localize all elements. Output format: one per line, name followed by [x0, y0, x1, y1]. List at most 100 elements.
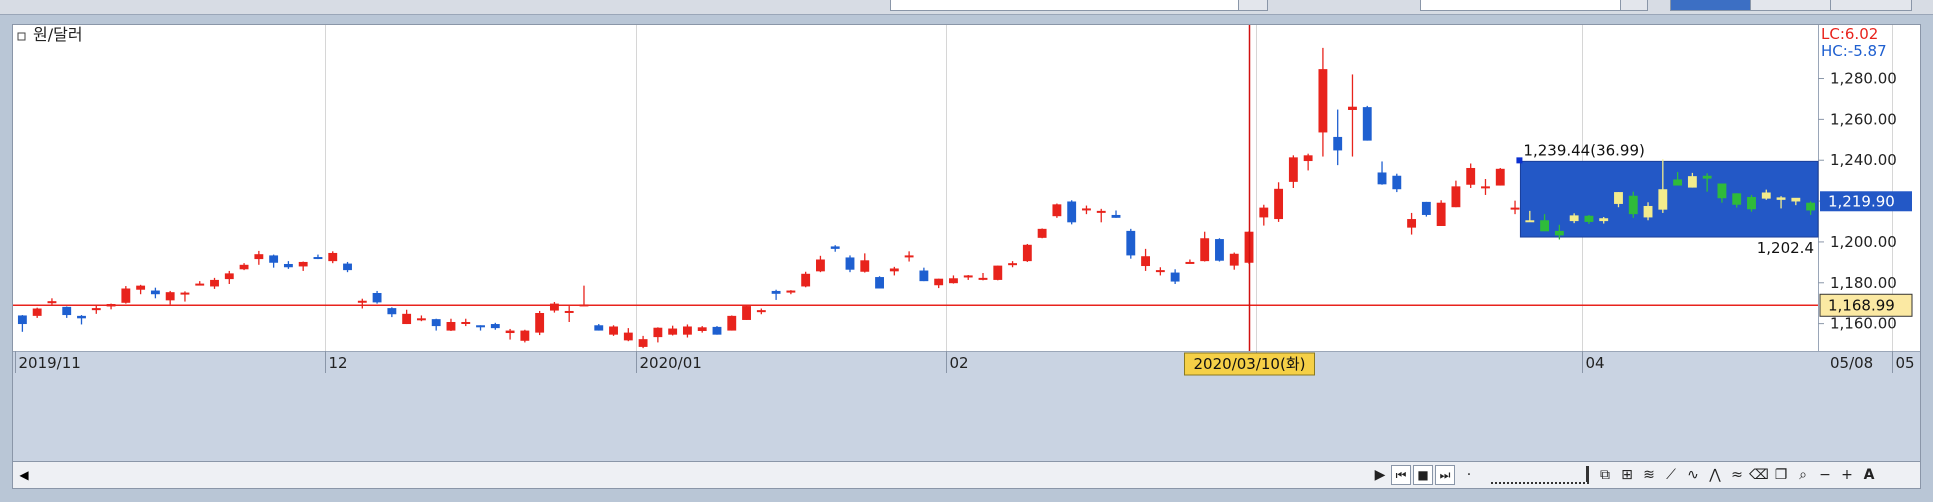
code-input[interactable]	[890, 0, 1240, 11]
zoom-out-icon[interactable]: −	[1815, 465, 1835, 485]
candle-body	[313, 257, 323, 260]
candle-body	[1628, 195, 1638, 215]
candle-body	[1687, 176, 1697, 188]
selection-low-label: 1,202.4	[1757, 239, 1814, 257]
candle-body	[727, 315, 737, 331]
price-tick-label: 1,260.00	[1830, 110, 1897, 128]
view-button-2[interactable]	[1750, 0, 1832, 11]
candle-body	[1082, 208, 1091, 211]
candle-body	[387, 308, 397, 315]
rewind-icon[interactable]: ⏮	[1391, 465, 1411, 485]
candle-body	[860, 260, 870, 272]
price-chart[interactable]: 2019/11122020/010203040505/081,280.001,2…	[13, 25, 1920, 461]
candle-body	[949, 278, 958, 284]
current-price-label: 1,219.90	[1828, 192, 1895, 210]
candle-body	[1185, 261, 1195, 264]
period-dropdown-button[interactable]	[1620, 0, 1648, 11]
candle-body	[1554, 230, 1564, 236]
wave-icon[interactable]: ≈	[1727, 465, 1747, 485]
text-tool-icon[interactable]: A	[1859, 465, 1879, 485]
overlay-icon[interactable]: ≋	[1639, 465, 1659, 485]
search-icon[interactable]: ⌕	[1793, 465, 1813, 485]
candle-body	[1170, 272, 1180, 282]
candle-body	[1096, 210, 1106, 213]
erase-icon[interactable]: ⌫	[1749, 465, 1769, 485]
candle-body	[357, 300, 367, 303]
play-icon[interactable]: ▶	[1370, 465, 1390, 485]
candle-body	[343, 263, 352, 271]
candle-body	[919, 270, 929, 282]
candle-body	[77, 315, 86, 319]
candle-body	[476, 325, 485, 328]
candle-body	[697, 327, 707, 331]
candle-body	[1052, 204, 1062, 217]
chart-panel[interactable]: 2019/11122020/010203040505/081,280.001,2…	[12, 24, 1921, 462]
selection-handle	[1516, 157, 1523, 164]
candle-body	[490, 324, 500, 329]
candle-body	[372, 292, 382, 303]
candle-body	[978, 277, 988, 280]
candle-body	[564, 310, 574, 313]
layout-icon[interactable]: ⧉	[1595, 465, 1615, 485]
candle-body	[431, 319, 441, 327]
date-tick-label: 2020/01	[640, 354, 702, 372]
candle-body	[1407, 219, 1417, 228]
zoom-slider[interactable]	[1491, 466, 1589, 484]
candle-body	[1495, 168, 1505, 186]
split-icon[interactable]: ⊞	[1617, 465, 1637, 485]
candle-body	[1111, 214, 1121, 218]
candle-body	[1200, 238, 1210, 262]
view-button-3[interactable]	[1830, 0, 1912, 11]
candle-body	[47, 301, 57, 304]
price-tick-label: 1,240.00	[1830, 151, 1897, 169]
candle-body	[283, 263, 293, 268]
candle-body	[1569, 215, 1579, 222]
candle-body	[1643, 205, 1653, 218]
trend-line-icon[interactable]: ⟋	[1661, 465, 1681, 485]
analysis-icon[interactable]: ⋀	[1705, 465, 1725, 485]
scroll-left-arrow-icon[interactable]: ◀	[17, 467, 31, 483]
candle-body	[32, 308, 42, 316]
window-icon[interactable]: ❐	[1771, 465, 1791, 485]
reference-price-label: 1,168.99	[1828, 296, 1895, 314]
candle-body	[682, 326, 692, 335]
code-dropdown-button[interactable]	[1238, 0, 1268, 11]
date-tick-label: 04	[1586, 354, 1605, 372]
candle-body	[889, 268, 899, 272]
lc-label: LC:6.02	[1821, 25, 1878, 43]
candle-body	[1215, 239, 1224, 261]
candle-body	[1303, 155, 1313, 162]
candle-body	[1274, 188, 1284, 220]
candle-body	[1761, 192, 1771, 199]
candle-body	[1599, 218, 1609, 222]
candle-body	[1540, 220, 1550, 232]
selection-box	[1519, 160, 1819, 238]
candle-body	[1776, 197, 1786, 200]
candle-body	[579, 304, 589, 307]
stop-icon[interactable]: ■	[1413, 465, 1433, 485]
candle-body	[535, 313, 545, 333]
fast-forward-icon[interactable]: ⏭	[1435, 465, 1455, 485]
candle-body	[416, 318, 426, 321]
date-tick-label: 05/08	[1830, 354, 1873, 372]
candle-body	[136, 285, 146, 290]
view-button-1[interactable]	[1670, 0, 1752, 11]
candle-body	[62, 306, 72, 316]
candle-body	[1229, 253, 1239, 266]
zoom-in-icon[interactable]: +	[1837, 465, 1857, 485]
candle-body	[1791, 197, 1801, 202]
zoom-slider-left-icon[interactable]: ·	[1459, 465, 1479, 485]
candle-body	[934, 278, 944, 286]
candle-body	[1067, 201, 1077, 223]
candle-body	[771, 290, 781, 294]
selection-high-label: 1,239.44(36.99)	[1523, 141, 1644, 159]
candle-body	[1155, 270, 1165, 273]
candle-body	[1288, 157, 1298, 182]
price-tick-label: 1,180.00	[1830, 274, 1897, 292]
date-tick-label: 12	[329, 354, 348, 372]
candle-body	[993, 265, 1003, 280]
candle-body	[1377, 172, 1387, 185]
period-select[interactable]	[1420, 0, 1622, 11]
candle-body	[801, 273, 811, 287]
draw-icon[interactable]: ∿	[1683, 465, 1703, 485]
